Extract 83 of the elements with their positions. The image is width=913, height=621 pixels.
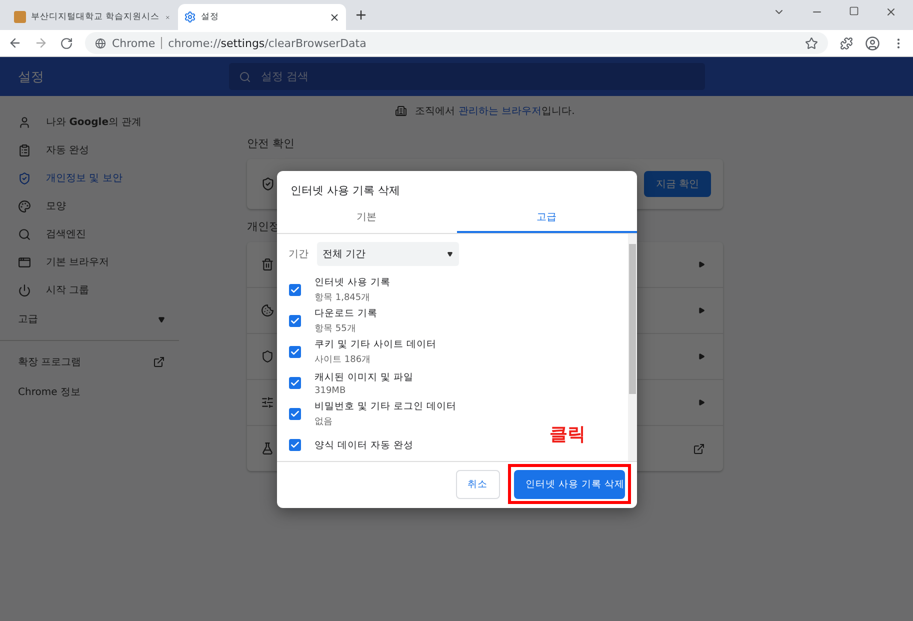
option-detail: 사이트 186개 bbox=[314, 354, 372, 366]
shield-icon bbox=[261, 177, 275, 191]
search-icon bbox=[239, 70, 251, 82]
option-title: 캐시된 이미지 및 파일 bbox=[314, 370, 414, 384]
bookmark-star-icon[interactable] bbox=[805, 36, 818, 50]
dropdown-arrow-icon bbox=[158, 316, 165, 322]
sidebar-item[interactable]: 고급 bbox=[0, 304, 229, 334]
external-link-icon[interactable] bbox=[693, 442, 705, 454]
checkbox[interactable] bbox=[288, 439, 300, 451]
time-range-select[interactable]: 전체 기간 bbox=[316, 242, 458, 266]
close-icon[interactable] bbox=[885, 6, 897, 18]
option-title: 다운로드 기록 bbox=[314, 307, 378, 320]
sliders-icon bbox=[261, 396, 274, 409]
building-icon bbox=[395, 105, 408, 117]
time-range-label: 기간 bbox=[288, 248, 308, 260]
palette-icon bbox=[18, 200, 31, 212]
arrow-icon[interactable] bbox=[698, 399, 705, 406]
option-title: 양식 데이터 자동 완성 bbox=[314, 438, 414, 452]
search-icon bbox=[18, 228, 31, 240]
flask-icon bbox=[261, 442, 274, 455]
sidebar-item[interactable]: 모양 bbox=[0, 192, 229, 220]
reload-icon[interactable] bbox=[60, 36, 73, 50]
arrow-icon[interactable] bbox=[698, 307, 705, 314]
shield-icon bbox=[261, 350, 274, 363]
site-favicon bbox=[14, 11, 26, 23]
dialog-title: 인터넷 사용 기록 삭제 bbox=[290, 182, 401, 198]
site-label: Chrome bbox=[112, 36, 156, 50]
arrow-icon[interactable] bbox=[698, 261, 705, 268]
sidebar-item[interactable]: 개인정보 및 보안 bbox=[0, 164, 229, 192]
address-bar[interactable]: Chrome chrome://settings/clearBrowserData bbox=[85, 32, 828, 54]
managed-notice: 조직에서 관리하는 브라우저입니다. bbox=[415, 105, 575, 118]
option-detail: 없음 bbox=[314, 416, 334, 428]
sidebar-link[interactable]: 확장 프로그램 bbox=[18, 355, 82, 369]
back-icon[interactable] bbox=[8, 36, 22, 50]
sidebar-item[interactable]: Chrome 정보 bbox=[0, 377, 229, 407]
settings-title: 설정 bbox=[17, 68, 45, 86]
sidebar-item[interactable]: 나와 Google의 관계 bbox=[0, 108, 229, 136]
person-icon bbox=[18, 116, 31, 128]
sidebar-item[interactable]: 기본 브라우저 bbox=[0, 248, 229, 276]
maximize-icon[interactable] bbox=[849, 6, 859, 16]
sidebar-item[interactable]: 시작 그룹 bbox=[0, 276, 229, 304]
checkbox[interactable] bbox=[288, 408, 300, 420]
browser-window-icon bbox=[18, 256, 31, 268]
checkbox[interactable] bbox=[288, 284, 300, 296]
option-detail: 항목 1,845개 bbox=[314, 292, 372, 304]
power-icon bbox=[18, 284, 31, 296]
scrollbar[interactable] bbox=[628, 234, 636, 460]
trash-icon bbox=[261, 258, 274, 271]
arrow-icon[interactable] bbox=[698, 353, 705, 360]
close-icon[interactable] bbox=[329, 12, 340, 22]
option-title: 쿠키 및 기타 사이트 데이터 bbox=[314, 338, 437, 351]
option-detail: 319MB bbox=[314, 386, 347, 396]
browser-tab[interactable]: 설정 bbox=[178, 4, 346, 30]
check-now-button[interactable]: 지금 확인 bbox=[644, 171, 711, 197]
checkbox[interactable] bbox=[288, 377, 300, 389]
url-text: chrome://settings/clearBrowserData bbox=[168, 36, 366, 50]
checkbox[interactable] bbox=[288, 315, 300, 327]
extensions-icon[interactable] bbox=[840, 36, 853, 50]
sidebar-item[interactable]: 자동 완성 bbox=[0, 136, 229, 164]
option-title: 인터넷 사용 기록 bbox=[314, 276, 391, 289]
search-field[interactable]: 설정 검색 bbox=[229, 63, 705, 90]
browser-tab[interactable]: 부산디지털대학교 학습지원시스 bbox=[8, 4, 176, 30]
clipboard-icon bbox=[18, 144, 31, 156]
forward-icon[interactable] bbox=[34, 36, 48, 50]
managed-link[interactable]: 관리하는 브라우저 bbox=[458, 106, 542, 117]
new-tab-icon[interactable] bbox=[354, 8, 368, 22]
clear-data-button[interactable]: 인터넷 사용 기록 삭제 bbox=[514, 470, 624, 499]
external-link-icon[interactable] bbox=[153, 356, 165, 368]
dialog-tab[interactable]: 고급 bbox=[456, 204, 636, 232]
cookie-icon bbox=[261, 304, 274, 317]
option-detail: 항목 55개 bbox=[314, 323, 357, 335]
section-heading: 안전 확인 bbox=[247, 136, 296, 152]
profile-icon[interactable] bbox=[865, 36, 880, 50]
gear-icon bbox=[184, 11, 196, 23]
cancel-button[interactable]: 취소 bbox=[456, 470, 500, 499]
checkbox[interactable] bbox=[288, 346, 300, 358]
dialog-tab[interactable]: 기본 bbox=[276, 204, 456, 232]
option-title: 비밀번호 및 기타 로그인 데이터 bbox=[314, 400, 457, 413]
shield-icon bbox=[18, 172, 31, 184]
annotation-label: 클릭 bbox=[550, 423, 586, 446]
dropdown-arrow-icon bbox=[446, 250, 452, 256]
sidebar-item[interactable]: 검색엔진 bbox=[0, 220, 229, 248]
globe-icon bbox=[95, 38, 106, 48]
